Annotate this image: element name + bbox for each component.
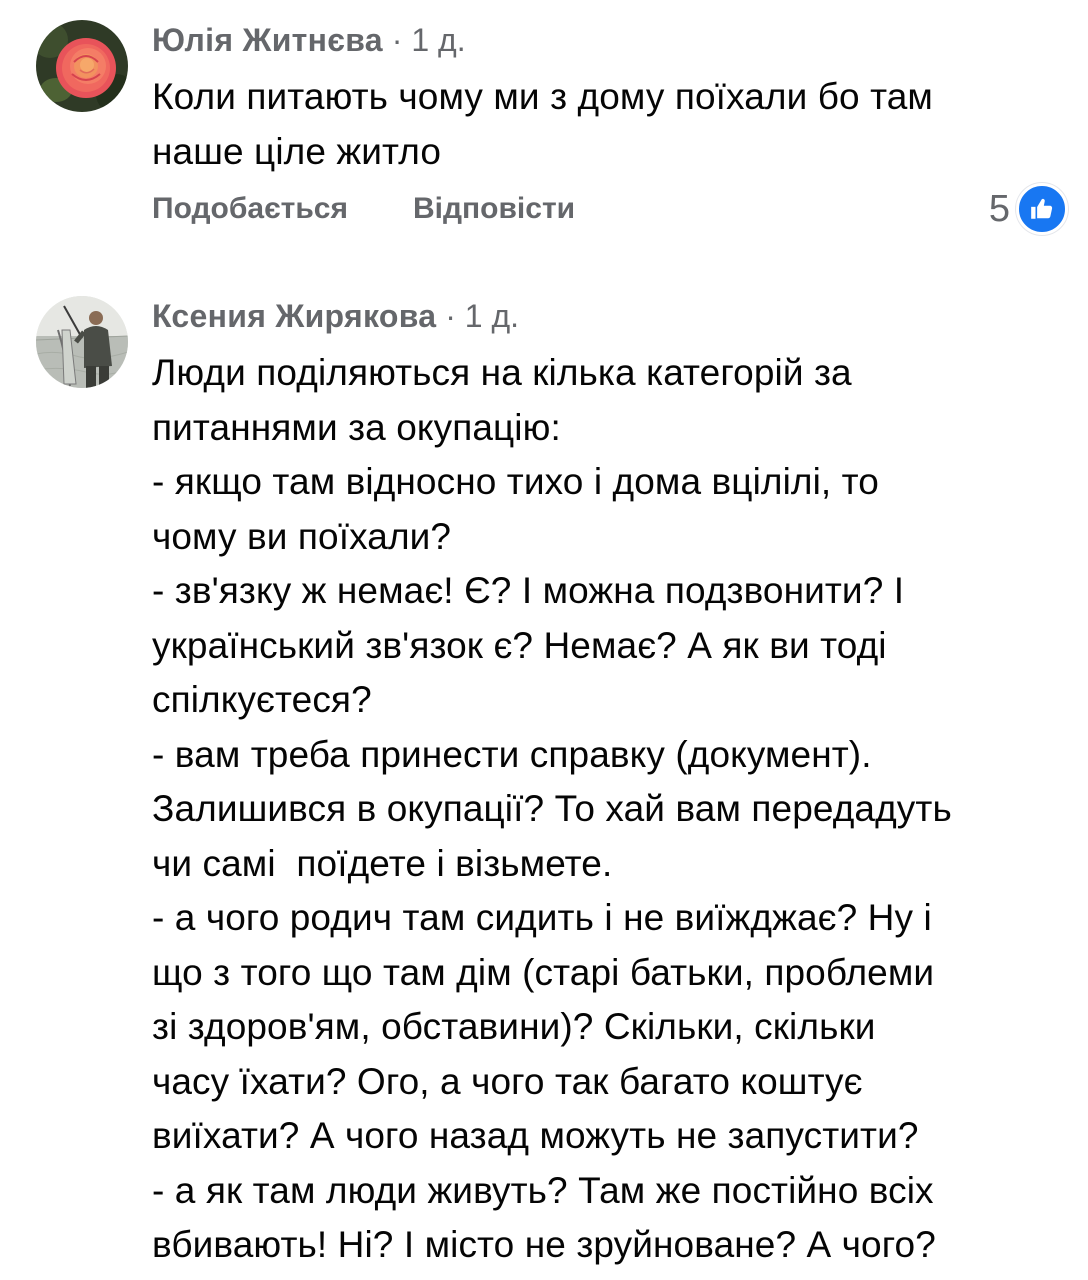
timestamp[interactable]: 1 д. bbox=[411, 22, 465, 58]
comment-body: Юлія Житнєва · 1 д. Коли питають чому ми… bbox=[152, 20, 1068, 179]
comment-line: Коли питають чому ми з дому поїхали бо т… bbox=[152, 76, 933, 117]
meta-separator: · bbox=[391, 22, 403, 58]
comment-line: - зв'язку ж немає! Є? І можна подзвонити… bbox=[152, 570, 905, 611]
reaction-summary[interactable]: 5 bbox=[989, 183, 1068, 235]
comment-line: - вам треба принести справку (документ). bbox=[152, 733, 872, 775]
comment-text: Люди поділяються на кілька категорій за … bbox=[152, 346, 1068, 1273]
comment-line: - а чого родич там сидить і не виїжджає?… bbox=[152, 897, 932, 938]
author-name[interactable]: Ксения Жирякова bbox=[152, 298, 436, 334]
avatar[interactable] bbox=[36, 296, 128, 388]
comment-line: зі здоров'ям, обставини)? Скільки, скіль… bbox=[152, 1006, 876, 1047]
comment-line: виїхати? А чого назад можуть не запустит… bbox=[152, 1115, 919, 1156]
comment-line: чому ви поїхали? bbox=[152, 515, 452, 557]
rose-avatar-image bbox=[36, 20, 128, 112]
fisherman-avatar-image bbox=[36, 296, 128, 388]
comment-line: - а як там люди живуть? Там же постійно … bbox=[152, 1169, 934, 1211]
comment-line: Залишився в окупації? То хай вам передад… bbox=[152, 788, 952, 829]
comment-line: наше ціле житло bbox=[152, 130, 442, 172]
avatar[interactable] bbox=[36, 20, 128, 112]
comment-line: що з того що там дім (старі батьки, проб… bbox=[152, 951, 935, 993]
comment-text: Коли питають чому ми з дому поїхали бо т… bbox=[152, 70, 1068, 179]
comment-line: - якщо там відносно тихо і дома вцілілі,… bbox=[152, 461, 879, 502]
reply-button[interactable]: Відповісти bbox=[413, 187, 575, 231]
comment-line: питаннями за окупацію: bbox=[152, 406, 561, 448]
comment-actions: Подобається Відповісти 5 bbox=[152, 183, 1068, 235]
comment-meta: Ксения Жирякова · 1 д. bbox=[152, 296, 1068, 336]
author-name[interactable]: Юлія Житнєва bbox=[152, 22, 383, 58]
comment-line: чи самі поїдете і візьмете. bbox=[152, 842, 613, 884]
comment-body: Ксения Жирякова · 1 д. Люди поділяються … bbox=[152, 296, 1068, 1273]
meta-separator: · bbox=[445, 298, 456, 334]
comment-meta: Юлія Житнєва · 1 д. bbox=[152, 20, 1068, 60]
comment-line: вбивають! Ні? І місто не зруйноване? А ч… bbox=[152, 1224, 936, 1265]
comment-line: Люди поділяються на кілька категорій за bbox=[152, 352, 852, 393]
reaction-count: 5 bbox=[988, 188, 1010, 230]
comment-line: спілкуєтеся? bbox=[152, 679, 372, 720]
comment-line: український зв'язок є? Немає? А як ви то… bbox=[152, 624, 887, 666]
like-button[interactable]: Подобається bbox=[152, 187, 348, 231]
timestamp[interactable]: 1 д. bbox=[465, 298, 519, 334]
like-icon bbox=[1016, 183, 1068, 235]
comment-line: часу їхати? Ого, а чого так багато кошту… bbox=[152, 1060, 863, 1102]
